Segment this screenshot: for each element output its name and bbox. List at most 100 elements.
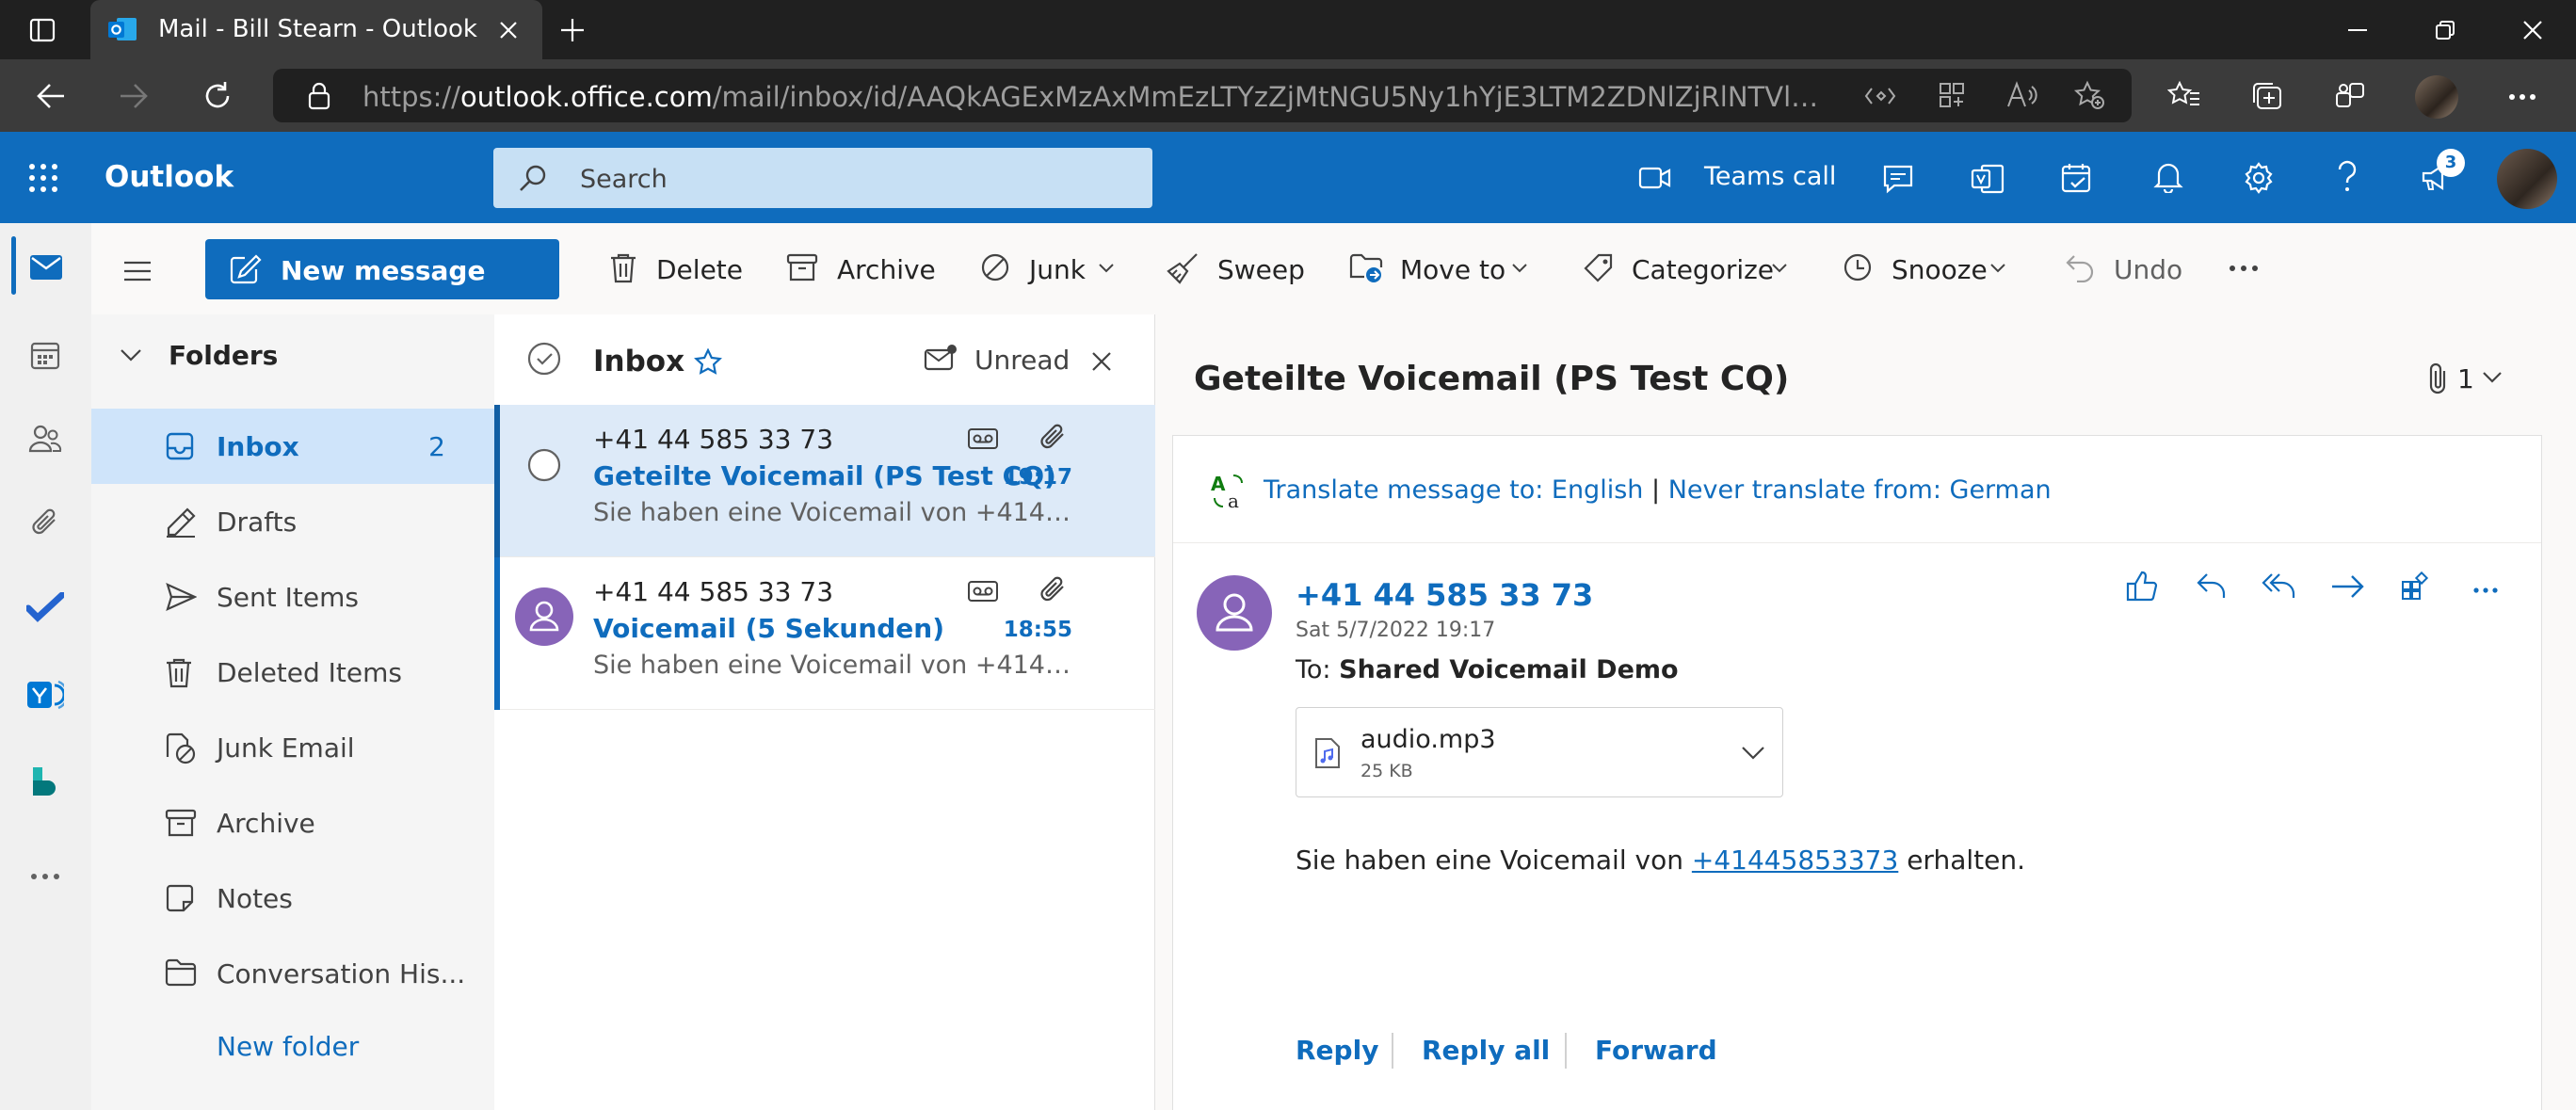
more-icon[interactable] (2472, 587, 2499, 594)
move-to-button[interactable]: Move to (1349, 223, 1538, 314)
tab-actions-icon[interactable] (28, 16, 56, 44)
message-row[interactable]: +41 44 585 33 73 Geteilte Voicemail (PS … (494, 405, 1155, 557)
url-text[interactable]: https://outlook.office.com/mail/inbox/id… (362, 81, 1831, 113)
folder-sent-items[interactable]: Sent Items (91, 559, 494, 635)
never-translate-link[interactable]: Never translate from: German (1668, 475, 2052, 505)
folder-archive[interactable]: Archive (91, 785, 494, 861)
read-aloud-icon[interactable] (2005, 81, 2037, 109)
select-all-icon[interactable] (526, 341, 562, 377)
command-bar: New message Delete Archive Junk Sweep Mo… (91, 223, 2576, 314)
archive-button[interactable]: Archive (786, 223, 937, 314)
reply-icon[interactable] (2195, 570, 2229, 603)
attachments-icon[interactable] (30, 506, 60, 539)
reply-button[interactable]: Reply (1296, 1035, 1378, 1066)
hamburger-icon[interactable] (123, 261, 152, 282)
email-subject: Geteilte Voicemail (PS Test CQ) (1194, 360, 1790, 398)
profile-avatar[interactable] (2415, 75, 2458, 119)
new-message-button[interactable]: New message (205, 239, 559, 299)
note-icon (165, 883, 195, 913)
delete-button[interactable]: Delete (609, 223, 743, 314)
undo-button[interactable]: Undo (2065, 223, 2197, 314)
search-input[interactable]: Search (493, 148, 1152, 208)
clear-filter-icon[interactable] (1090, 350, 1113, 373)
app-available-icon[interactable] (1938, 81, 1966, 109)
office-icon[interactable] (1971, 163, 2004, 195)
folder-drafts[interactable]: Drafts (91, 484, 494, 559)
translate-message-link[interactable]: Translate message to: English (1264, 475, 1643, 505)
more-actions-button[interactable] (2229, 223, 2266, 314)
message-row[interactable]: +41 44 585 33 73 Voicemail (5 Sekunden) … (494, 557, 1155, 710)
unread-filter-icon[interactable] (924, 343, 958, 373)
attachment-card[interactable]: audio.mp3 25 KB (1296, 707, 1783, 797)
brand-name[interactable]: Outlook (105, 160, 233, 194)
folder-notes[interactable]: Notes (91, 861, 494, 936)
junk-button[interactable]: Junk (980, 223, 1121, 314)
add-favorite-icon[interactable] (2073, 80, 2105, 110)
chevron-down-icon[interactable] (1741, 746, 1765, 761)
sender-avatar[interactable] (1197, 575, 1272, 651)
restore-icon[interactable] (2434, 19, 2456, 41)
video-call-icon[interactable] (1638, 166, 1672, 190)
close-tab-icon[interactable] (497, 19, 520, 41)
todo-icon[interactable] (26, 592, 64, 622)
new-folder-link[interactable]: New folder (217, 1031, 359, 1062)
collections-icon[interactable] (2250, 80, 2284, 112)
minimize-icon[interactable] (2346, 28, 2369, 32)
new-tab-icon[interactable] (559, 17, 586, 43)
apps-icon[interactable] (2400, 571, 2430, 602)
body-text-end: erhalten. (1907, 845, 2025, 876)
back-icon[interactable] (36, 82, 66, 110)
folder-junk-email[interactable]: Junk Email (91, 710, 494, 785)
folder-conversation-history[interactable]: Conversation His... (91, 936, 494, 1011)
forward-button[interactable]: Forward (1595, 1035, 1717, 1066)
lock-icon[interactable] (307, 82, 331, 110)
unread-count: 2 (428, 431, 445, 462)
star-icon[interactable] (694, 348, 722, 377)
browser-tab-active[interactable]: Mail - Bill Stearn - Outlook (90, 0, 542, 59)
more-icon[interactable] (2508, 93, 2536, 101)
extensions-icon[interactable] (2333, 80, 2367, 112)
folder-label: Archive (217, 808, 315, 839)
chat-icon[interactable] (1881, 163, 1915, 195)
forward-icon[interactable] (2329, 570, 2367, 603)
sender-name[interactable]: +41 44 585 33 73 (1296, 577, 1593, 613)
close-window-icon[interactable] (2521, 19, 2544, 41)
select-message-checkbox[interactable] (526, 447, 562, 483)
teams-call-button[interactable]: Teams call (1704, 162, 1836, 191)
people-icon[interactable] (28, 424, 62, 454)
trash-icon (609, 252, 637, 284)
account-avatar[interactable] (2497, 149, 2557, 209)
recipient-name[interactable]: Shared Voicemail Demo (1339, 655, 1678, 684)
more-apps-icon[interactable] (30, 873, 60, 880)
bell-icon[interactable] (2153, 161, 2183, 193)
folder-deleted-items[interactable]: Deleted Items (91, 635, 494, 710)
like-icon[interactable] (2125, 570, 2159, 603)
my-day-icon[interactable] (2060, 162, 2094, 194)
favorites-icon[interactable] (2167, 80, 2201, 110)
help-icon[interactable] (2336, 160, 2359, 194)
mail-icon[interactable] (29, 254, 63, 281)
chevron-down-icon[interactable] (2482, 371, 2503, 384)
reader-mode-icon[interactable] (1864, 82, 1896, 110)
paperclip-icon[interactable] (2423, 362, 2452, 395)
snooze-button[interactable]: Snooze (1843, 223, 2012, 314)
phone-link[interactable]: +41445853373 (1692, 845, 1898, 876)
folder-inbox[interactable]: Inbox 2 (91, 409, 494, 484)
attachment-count[interactable]: 1 (2457, 363, 2474, 394)
app-launcher-icon[interactable] (28, 163, 58, 193)
url-field[interactable]: https://outlook.office.com/mail/inbox/id… (273, 69, 2132, 122)
sweep-button[interactable]: Sweep (1167, 223, 1308, 314)
folder-move-icon (1349, 252, 1383, 282)
snooze-label: Snooze (1892, 254, 1988, 285)
reply-all-button[interactable]: Reply all (1422, 1035, 1550, 1066)
refresh-icon[interactable] (201, 80, 233, 112)
categorize-button[interactable]: Categorize (1583, 223, 1790, 314)
gear-icon[interactable] (2242, 161, 2276, 195)
yammer-icon[interactable] (26, 676, 64, 714)
calendar-icon[interactable] (30, 340, 60, 370)
translate-bar: Aa Translate message to: English | Never… (1173, 436, 2541, 543)
bookings-icon[interactable] (30, 765, 60, 797)
unread-filter-label[interactable]: Unread (974, 345, 1070, 376)
folders-header[interactable]: Folders (91, 314, 494, 395)
reply-all-icon[interactable] (2261, 570, 2298, 603)
